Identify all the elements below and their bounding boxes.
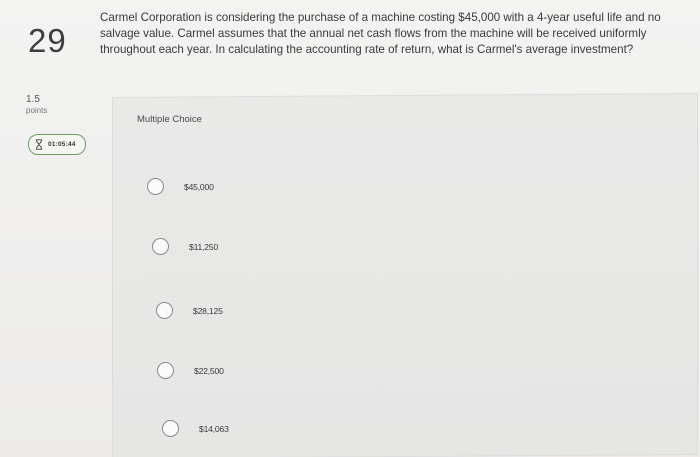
option-label[interactable]: $22,500 [194, 366, 224, 376]
option-1[interactable]: $45,000 [147, 178, 214, 195]
radio-button[interactable] [162, 420, 179, 437]
radio-button[interactable] [152, 238, 169, 255]
option-2[interactable]: $11,250 [152, 238, 218, 255]
question-page: 29 Carmel Corporation is considering the… [0, 0, 700, 457]
question-number: 29 [28, 22, 67, 59]
points-label: points [26, 106, 48, 115]
timer-value: 01:05:44 [48, 141, 76, 148]
option-3[interactable]: $28,125 [156, 302, 223, 319]
radio-button[interactable] [156, 302, 173, 319]
hourglass-icon [36, 139, 42, 150]
radio-button[interactable] [147, 178, 164, 195]
answer-type-label: Multiple Choice [137, 114, 202, 125]
points-info: 1.5 points [26, 94, 47, 116]
timer-badge[interactable]: 01:05:44 [28, 134, 86, 155]
radio-button[interactable] [157, 362, 174, 379]
answer-panel [112, 92, 698, 457]
option-label[interactable]: $45,000 [184, 182, 214, 192]
option-label[interactable]: $14,063 [199, 424, 229, 434]
option-label[interactable]: $28,125 [193, 306, 223, 316]
question-text: Carmel Corporation is considering the pu… [100, 11, 661, 56]
points-value: 1.5 [26, 94, 40, 105]
option-label[interactable]: $11,250 [189, 242, 218, 252]
option-4[interactable]: $22,500 [157, 362, 224, 379]
option-5[interactable]: $14,063 [162, 420, 229, 437]
